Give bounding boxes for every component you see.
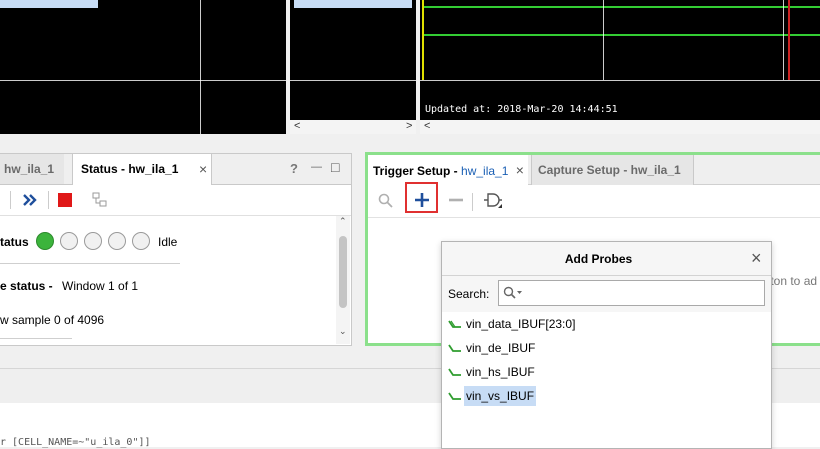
tab-trigger-label: Trigger Setup - [373,164,462,178]
list-item[interactable]: vin_vs_IBUF [442,385,771,407]
status-panel: hw_ila_1 Status - hw_ila_1 × ? — □ tatus… [0,153,352,346]
list-item[interactable]: vin_hs_IBUF [442,361,771,383]
waveform-scrollbar[interactable]: < [420,120,820,134]
status-led-green [36,232,54,250]
capture-status-label: e status - [0,279,53,293]
scroll-left-arrow[interactable]: < [424,120,430,132]
status-divider [0,263,180,264]
updated-timestamp: Updated at: 2018-Mar-20 14:44:51 [425,104,618,115]
scroll-up-arrow[interactable]: ⌃ [339,216,347,227]
capture-status-value: Window 1 of 1 [62,279,139,293]
waveform-plot[interactable]: Updated at: 2018-Mar-20 14:44:51 [420,0,820,120]
scroll-down-arrow[interactable]: ⌄ [339,326,347,337]
toolbar-separator [48,191,49,209]
grid-line [783,0,784,80]
grid-line [0,80,286,81]
scroll-left-arrow[interactable]: < [294,120,300,132]
waveform-values-pane[interactable] [290,0,416,120]
trigger-gate-icon[interactable] [482,191,504,211]
values-scrollbar[interactable]: < > [290,120,416,134]
scroll-thumb[interactable] [339,236,347,308]
tab-trigger-setup[interactable]: Trigger Setup - hw_ila_1 × [368,155,528,185]
search-icon [503,286,522,299]
search-input[interactable] [498,280,765,306]
waveform-names-pane[interactable] [0,0,286,134]
yellow-cursor[interactable] [422,0,424,80]
grid-line [603,0,604,80]
dialog-title-divider [442,275,771,276]
probe-list: vin_data_IBUF[23:0] vin_de_IBUF vin_hs_I… [442,312,771,448]
tab-capture-setup[interactable]: Capture Setup - hw_ila_1 [531,155,694,185]
list-item[interactable]: vin_data_IBUF[23:0] [442,313,771,335]
sample-status: w sample 0 of 4096 [0,313,105,327]
tab-close-icon[interactable]: × [199,154,207,184]
idle-label: Idle [158,235,178,249]
tab-status-label: Status - hw_ila_1 [81,162,179,176]
probe-name: vin_data_IBUF[23:0] [466,317,576,331]
minimize-icon[interactable]: — [311,161,322,173]
green-trace-top [424,6,820,8]
status-led [108,232,126,250]
grid-line [200,0,201,134]
green-trace-low [424,34,820,36]
probe-signal-icon [448,368,461,376]
dialog-title: Add Probes [564,252,633,266]
dialog-close-icon[interactable]: × [751,248,762,269]
waveform-area: Updated at: 2018-Mar-20 14:44:51 < > < [0,0,820,134]
trigger-toolbar [368,182,820,218]
run-fast-forward-icon[interactable] [22,193,38,207]
help-icon[interactable]: ? [290,161,298,176]
tab-close-icon[interactable]: × [516,162,524,178]
trigger-hint-text: tton to ad [767,274,818,288]
probe-name: vin_de_IBUF [466,341,536,355]
scroll-right-arrow[interactable]: > [406,120,412,132]
tab-status[interactable]: Status - hw_ila_1 × [72,154,212,185]
trigger-tabbar: Trigger Setup - hw_ila_1 × Capture Setup… [368,155,820,185]
toolbar-separator [472,193,473,211]
probe-signal-icon [448,344,461,352]
stop-icon[interactable] [58,193,72,207]
list-item[interactable]: vin_de_IBUF [442,337,771,359]
add-probes-dialog: Add Probes × Search: vin_data_IBUF[23:0]… [441,241,772,449]
maximize-icon[interactable]: □ [331,159,339,175]
status-led [60,232,78,250]
search-label: Search: [448,287,490,301]
remove-probe-icon[interactable] [448,192,464,208]
status-led [132,232,150,250]
grid-line [290,80,416,81]
tcl-command-text: r [CELL_NAME=~"u_ila_0"]] [0,437,151,448]
status-scrollbar[interactable]: ⌃ ⌄ [336,216,350,344]
probe-signal-icon [448,392,461,400]
tab-hw-ila-left[interactable]: hw_ila_1 [0,154,64,184]
probe-name: vin_hs_IBUF [466,365,535,379]
tab-trigger-link[interactable]: hw_ila_1 [461,164,508,178]
hierarchy-icon[interactable] [92,192,108,208]
status-content: tatus Idle e status - Window 1 of 1 w sa… [0,216,336,344]
tab-capture-label: Capture Setup - hw_ila_1 [538,163,681,177]
status-led [84,232,102,250]
add-probe-icon[interactable] [414,192,430,208]
toolbar-separator [10,191,11,209]
status-divider [0,338,72,339]
search-icon[interactable] [378,193,394,209]
selected-value-highlight[interactable] [294,0,412,8]
red-marker[interactable] [788,0,790,80]
core-status-label: tatus [0,235,29,249]
grid-line [420,80,820,81]
selected-signal-highlight[interactable] [0,0,98,8]
status-toolbar [0,185,351,216]
status-tabbar: hw_ila_1 Status - hw_ila_1 × ? — □ [0,154,351,185]
probe-name-selected: vin_vs_IBUF [464,386,537,406]
probe-bus-icon [448,320,461,328]
